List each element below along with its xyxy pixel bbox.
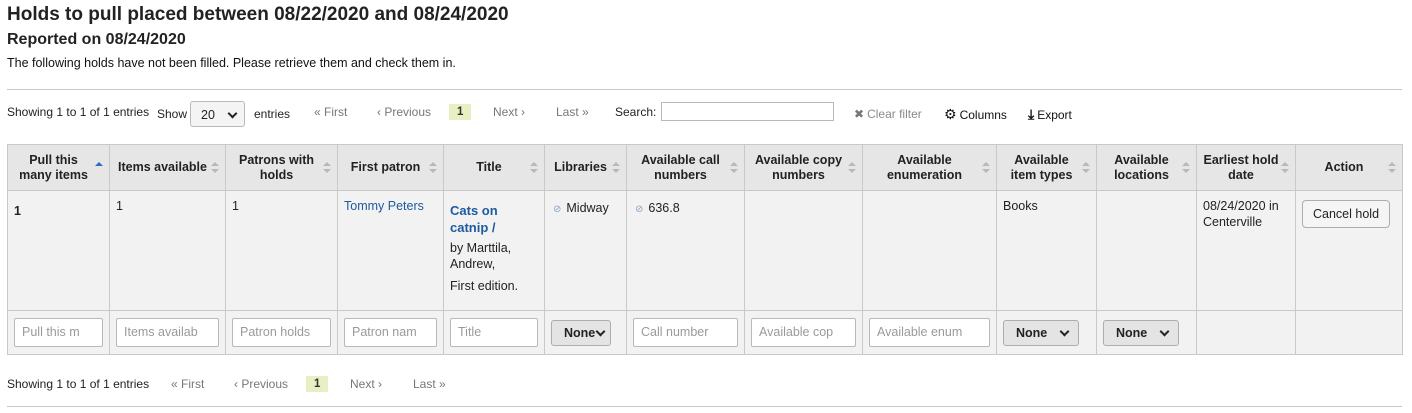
holds-table: Pull this many items Items available Pat… <box>7 144 1403 355</box>
library-name: Midway <box>566 201 609 215</box>
sort-icon <box>730 162 738 174</box>
previous-page-link[interactable]: ‹ Previous <box>377 99 431 125</box>
locations-filter-select[interactable]: None <box>1103 319 1180 346</box>
gear-icon: ⚙ <box>944 106 957 122</box>
export-button[interactable]: ⤓ Export <box>1028 101 1072 128</box>
entries-info: Showing 1 to 1 of 1 entries <box>7 377 150 391</box>
item-types-cell: Books <box>996 190 1097 311</box>
action-cell: Cancel hold <box>1295 190 1403 311</box>
call-number: 636.8 <box>648 201 680 215</box>
column-header[interactable]: Earliest hold date <box>1196 144 1296 191</box>
edition: First edition. <box>450 279 519 293</box>
report-date: Reported on 08/24/2020 <box>7 31 186 48</box>
chevron-down-icon <box>227 108 238 119</box>
column-header[interactable]: Libraries <box>544 144 627 191</box>
sort-icon <box>1182 162 1190 174</box>
patrons-filter-input[interactable]: Patron holds <box>232 318 331 347</box>
sort-icon <box>1281 162 1289 174</box>
title-filter-input[interactable]: Title <box>450 318 538 347</box>
first-page-link[interactable]: « First <box>171 371 204 397</box>
column-header[interactable]: Action <box>1295 144 1403 191</box>
sort-icon <box>530 162 538 174</box>
empty-filter-cell <box>1295 310 1403 355</box>
next-page-link[interactable]: Next › <box>350 371 382 397</box>
current-page[interactable]: 1 <box>449 104 472 120</box>
divider <box>7 406 1402 407</box>
item-types-filter-select[interactable]: None <box>1003 319 1080 346</box>
sort-icon <box>211 162 219 174</box>
column-header[interactable]: First patron <box>337 144 444 191</box>
locations-cell <box>1096 190 1197 311</box>
column-header[interactable]: Items available <box>109 144 226 191</box>
title-link[interactable]: Cats on catnip / <box>450 202 538 236</box>
first-page-link[interactable]: « First <box>314 99 347 125</box>
column-header[interactable]: Patrons with holds <box>225 144 338 191</box>
empty-filter-cell <box>1196 310 1296 355</box>
first-patron-link[interactable]: Tommy Peters <box>344 199 424 213</box>
next-page-link[interactable]: Next › <box>493 99 525 125</box>
cancel-hold-button[interactable]: Cancel hold <box>1302 200 1391 228</box>
previous-page-link[interactable]: ‹ Previous <box>234 371 288 397</box>
page-title: Holds to pull placed between 08/22/2020 … <box>7 4 509 25</box>
pull-count: 1 <box>7 190 110 311</box>
table-toolbar: Showing 1 to 1 of 1 entries Show 20 entr… <box>7 99 1402 129</box>
column-header[interactable]: Available locations <box>1096 144 1197 191</box>
pull-filter-input[interactable]: Pull this m <box>14 318 103 347</box>
chevron-down-icon <box>1059 326 1070 336</box>
sort-icon <box>429 162 437 174</box>
call-numbers-cell: ⊘ 636.8 <box>626 190 745 311</box>
sort-icon <box>848 162 856 174</box>
download-icon: ⤓ <box>1028 106 1035 122</box>
table-row: 1 1 1 Tommy Peters Cats on catnip / by M… <box>7 190 1403 311</box>
show-label: Show <box>157 107 188 121</box>
enumeration-filter-input[interactable]: Available enum <box>869 318 990 347</box>
list-bullet-icon: ⊘ <box>553 204 562 215</box>
last-page-link[interactable]: Last » <box>413 371 446 397</box>
enumeration-cell <box>862 190 997 311</box>
columns-button[interactable]: ⚙ Columns <box>944 101 1007 128</box>
libraries-cell: ⊘ Midway <box>544 190 627 311</box>
search-input[interactable] <box>661 102 834 121</box>
column-header[interactable]: Available enumeration <box>862 144 997 191</box>
copy-numbers-cell <box>744 190 863 311</box>
column-header[interactable]: Available copy numbers <box>744 144 863 191</box>
sort-icon <box>1388 162 1396 174</box>
search-label: Search: <box>615 105 657 119</box>
items-filter-input[interactable]: Items availab <box>116 318 219 347</box>
current-page[interactable]: 1 <box>306 376 329 392</box>
items-available: 1 <box>109 190 226 311</box>
sort-icon <box>95 162 103 174</box>
libraries-filter-select[interactable]: None <box>551 319 612 346</box>
sort-icon <box>1082 162 1090 174</box>
list-bullet-icon: ⊘ <box>635 204 644 215</box>
entries-info: Showing 1 to 1 of 1 entries <box>7 105 150 119</box>
bottom-pager: Showing 1 to 1 of 1 entries « First ‹ Pr… <box>7 371 1402 401</box>
header-row: Pull this many items Items available Pat… <box>7 144 1403 191</box>
call-number-filter-input[interactable]: Call number <box>633 318 738 347</box>
clear-filter-button[interactable]: ✖ Clear filter <box>854 101 922 127</box>
column-header[interactable]: Available item types <box>996 144 1097 191</box>
page-length-select[interactable]: 20 <box>190 101 245 127</box>
sort-icon <box>612 162 620 174</box>
chevron-down-icon <box>1159 326 1170 336</box>
column-header[interactable]: Pull this many items <box>7 144 110 191</box>
title-cell: Cats on catnip / by Marttila, Andrew, Fi… <box>443 190 545 311</box>
hold-date-cell: 08/24/2020 in Centerville <box>1196 190 1296 311</box>
sort-icon <box>982 162 990 174</box>
patron-name-filter-input[interactable]: Patron nam <box>344 318 437 347</box>
page-description: The following holds have not been filled… <box>7 56 456 70</box>
author: by Marttila, Andrew, <box>450 241 512 271</box>
first-patron-cell: Tommy Peters <box>337 190 444 311</box>
divider <box>7 89 1402 90</box>
filter-row: Pull this m Items availab Patron holds P… <box>7 310 1403 355</box>
chevron-down-icon <box>595 326 606 336</box>
patrons-with-holds: 1 <box>225 190 338 311</box>
last-page-link[interactable]: Last » <box>556 99 589 125</box>
column-header[interactable]: Available call numbers <box>626 144 745 191</box>
copy-filter-input[interactable]: Available cop <box>751 318 856 347</box>
entries-label: entries <box>254 107 291 121</box>
close-icon: ✖ <box>854 107 865 121</box>
column-header[interactable]: Title <box>443 144 545 191</box>
sort-icon <box>323 162 331 174</box>
